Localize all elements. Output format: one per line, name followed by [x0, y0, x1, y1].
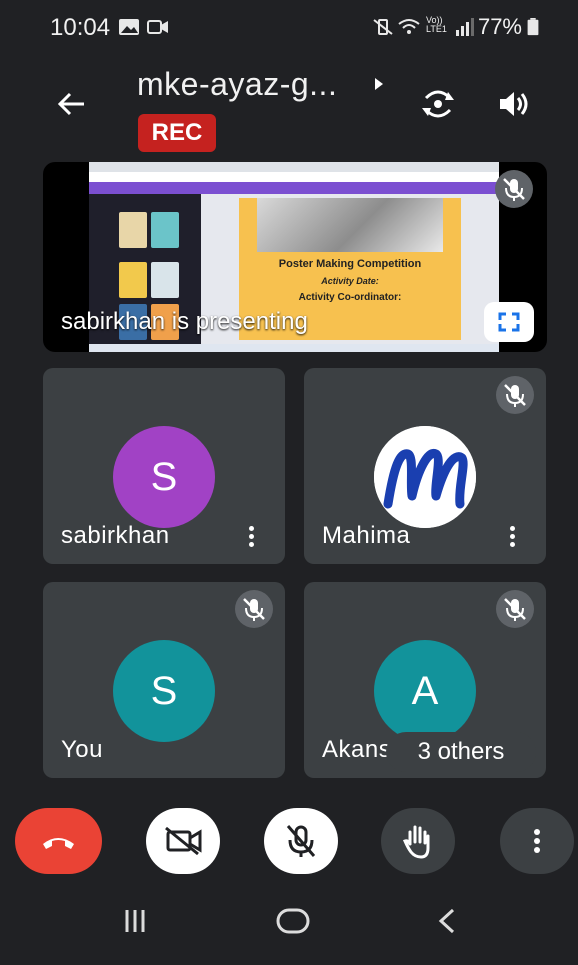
- browser-tab-bar: [89, 162, 499, 172]
- poster-date: Activity Date:: [321, 276, 379, 286]
- recent-apps-icon[interactable]: [122, 908, 148, 934]
- participant-name: sabirkhan: [61, 522, 170, 549]
- more-options-icon: [534, 829, 540, 853]
- network-label: Vo)) LTE1: [426, 15, 447, 34]
- participant-tile[interactable]: S sabirkhan: [43, 368, 285, 564]
- meet-screen: 10:04 Vo)) LTE1 77% mke-ayaz-g... REC Po…: [0, 0, 578, 965]
- participant-name: You: [61, 736, 103, 763]
- video-icon: [147, 20, 168, 34]
- presentation-tile[interactable]: Poster Making Competition Activity Date:…: [43, 162, 547, 352]
- wifi-icon: [398, 19, 420, 34]
- presenter-label: sabirkhan is presenting: [61, 308, 308, 335]
- status-time: 10:04: [50, 14, 111, 41]
- poster-title: Poster Making Competition: [278, 258, 422, 270]
- mic-muted-icon: [496, 376, 534, 414]
- avatar: S: [113, 640, 215, 742]
- switch-camera-icon[interactable]: [418, 86, 458, 122]
- avatar: A: [374, 640, 476, 742]
- meeting-header: mke-ayaz-g... REC: [0, 58, 578, 158]
- mic-muted-icon: [235, 590, 273, 628]
- mic-toggle-button[interactable]: [264, 808, 338, 874]
- poster-coordinator: Activity Co-ordinator:: [298, 292, 402, 303]
- windows-taskbar: [89, 344, 499, 352]
- participant-tile-self[interactable]: S You: [43, 582, 285, 778]
- recording-badge: REC: [138, 114, 216, 152]
- mic-muted-icon: [495, 170, 533, 208]
- raise-hand-icon: [402, 825, 430, 859]
- end-call-icon: [43, 838, 74, 849]
- signal-icon: [456, 18, 474, 36]
- others-count-pill[interactable]: 3 others: [386, 732, 536, 772]
- image-icon: [119, 19, 139, 35]
- back-arrow-icon[interactable]: [54, 86, 90, 122]
- more-options-button[interactable]: [500, 808, 574, 874]
- mic-off-icon: [286, 825, 316, 857]
- battery-level: 77%: [477, 14, 522, 39]
- fullscreen-icon[interactable]: [484, 302, 534, 342]
- speaker-icon[interactable]: [494, 86, 534, 122]
- participant-name: Mahima: [322, 522, 411, 549]
- battery-icon: [527, 18, 539, 36]
- mic-muted-icon: [496, 590, 534, 628]
- more-options-icon[interactable]: [247, 524, 255, 548]
- expand-arrow-icon[interactable]: [375, 78, 383, 90]
- raise-hand-button[interactable]: [381, 808, 455, 874]
- android-nav-bar: [0, 880, 578, 965]
- mute-vibrate-icon: [373, 19, 393, 35]
- camera-off-icon: [165, 826, 202, 856]
- poster-photo: [257, 198, 443, 252]
- more-options-icon[interactable]: [508, 524, 516, 548]
- call-controls: [0, 800, 578, 880]
- avatar: S: [113, 426, 215, 528]
- back-nav-icon[interactable]: [436, 908, 458, 934]
- status-bar: 10:04 Vo)) LTE1 77%: [0, 0, 578, 58]
- editor-toolbar: [89, 182, 499, 194]
- avatar-logo-m: [374, 426, 476, 528]
- participant-tile[interactable]: Mahima: [304, 368, 546, 564]
- camera-toggle-button[interactable]: [146, 808, 220, 874]
- meeting-title[interactable]: mke-ayaz-g...: [137, 66, 337, 103]
- end-call-button[interactable]: [15, 808, 102, 874]
- home-icon[interactable]: [276, 908, 310, 934]
